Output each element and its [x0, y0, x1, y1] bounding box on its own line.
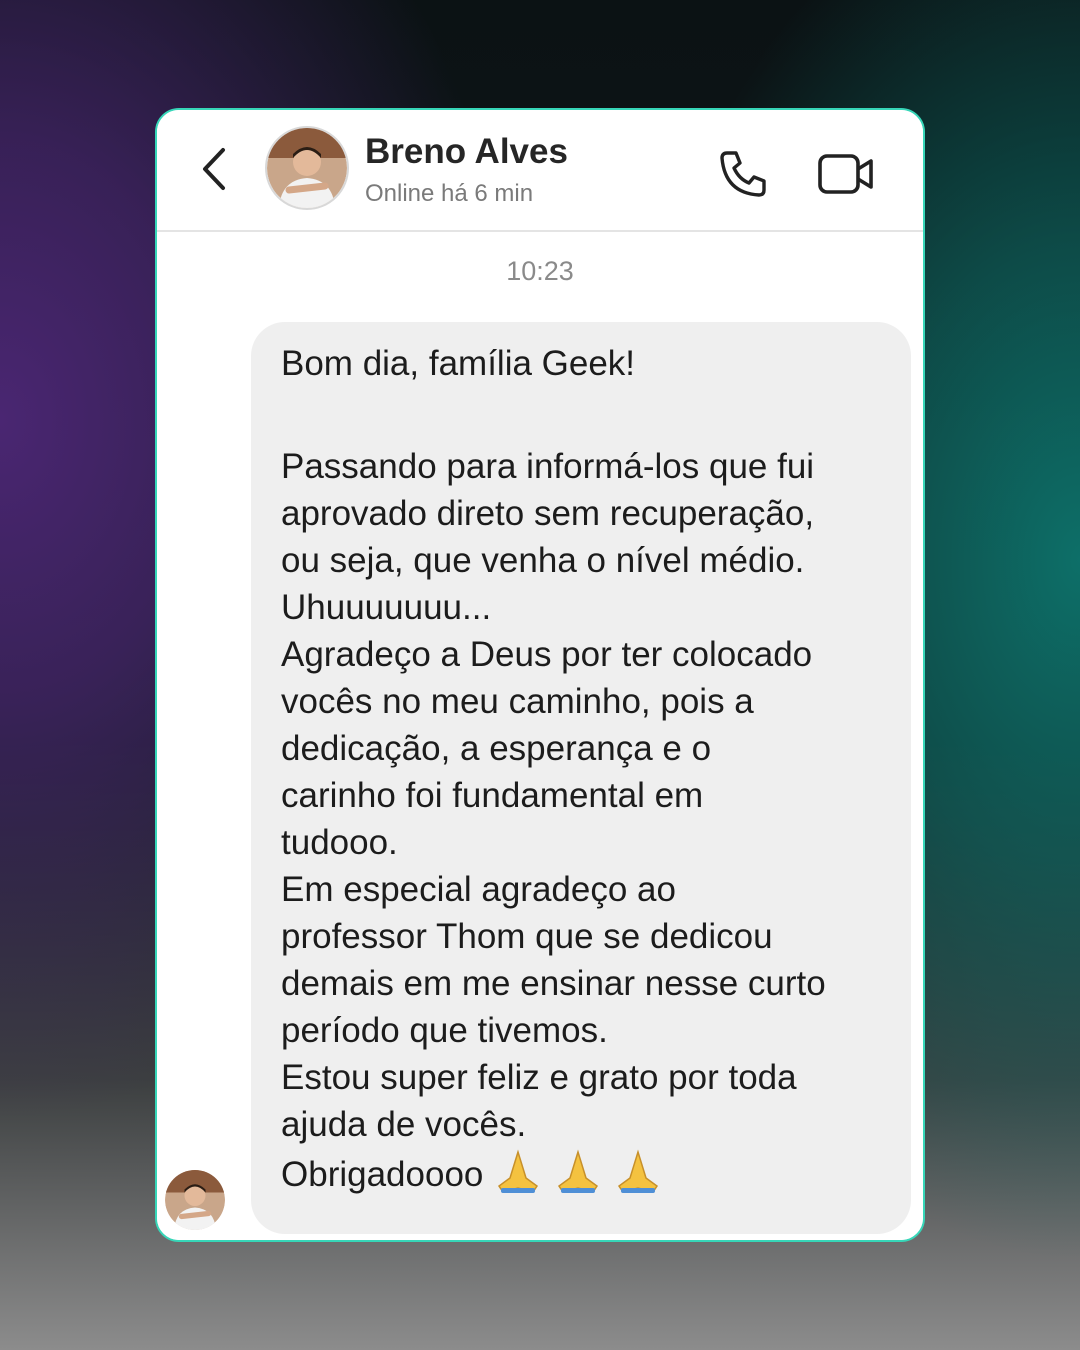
chat-thread[interactable]: 10:23 Bom dia, família Geek! Passando pa… [157, 232, 923, 1240]
message-line: Em especial agradeço ao [281, 870, 676, 909]
message-line: ajuda de vocês. [281, 1105, 527, 1144]
contact-status: Online há 6 min [365, 180, 534, 207]
message-last-line: Obrigadoooo [281, 1148, 881, 1198]
avatar-photo-icon [165, 1170, 225, 1230]
message-line: Passando para informá-los que fui [281, 447, 815, 486]
chevron-left-icon[interactable] [195, 144, 235, 194]
message-line: Obrigadoooo [281, 1155, 484, 1194]
message-line: tudooo. [281, 823, 398, 862]
message-line: vocês no meu caminho, pois a [281, 682, 754, 721]
message-line: Agradeço a Deus por ter colocado [281, 635, 813, 674]
sender-avatar[interactable] [165, 1170, 225, 1230]
message-line: período que tivemos. [281, 1011, 608, 1050]
video-camera-icon[interactable] [817, 150, 875, 198]
message-line: professor Thom que se dedicou [281, 917, 773, 956]
folded-hands-icon [617, 1149, 658, 1193]
message-line: demais em me ensinar nesse curto [281, 964, 826, 1003]
message-line: ou seja, que venha o nível médio. [281, 541, 805, 580]
phone-icon[interactable] [717, 148, 769, 200]
message-line: Bom dia, família Geek! [281, 344, 636, 383]
message-bubble[interactable]: Bom dia, família Geek! Passando para inf… [251, 322, 911, 1234]
message-line [281, 387, 881, 443]
message-line: Estou super feliz e grato por toda [281, 1058, 797, 1097]
chat-header: Breno Alves Online há 6 min [157, 110, 923, 232]
message-timestamp: 10:23 [506, 256, 574, 286]
avatar-photo-icon [267, 128, 347, 208]
message-line: aprovado direto sem recuperação, [281, 494, 815, 533]
message-line: Uhuuuuuuu... [281, 588, 492, 627]
chat-card: Breno Alves Online há 6 min 10:23 Bom di… [155, 108, 925, 1242]
message-line: dedicação, a esperança e o [281, 729, 712, 768]
contact-name: Breno Alves [365, 132, 568, 171]
avatar[interactable] [265, 126, 349, 210]
folded-hands-icon [498, 1149, 539, 1193]
folded-hands-icon [557, 1149, 598, 1193]
message-line: carinho foi fundamental em [281, 776, 704, 815]
